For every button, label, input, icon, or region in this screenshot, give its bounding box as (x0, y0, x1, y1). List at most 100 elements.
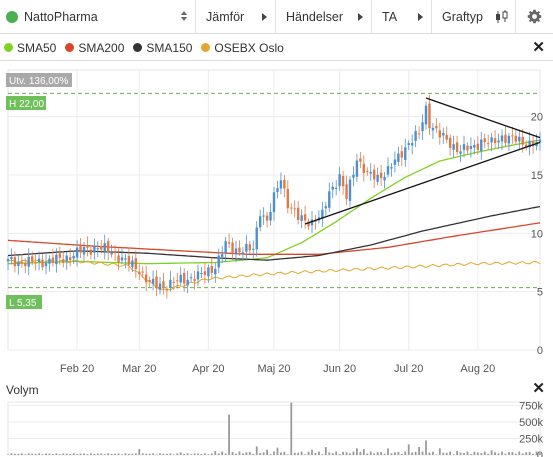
volume-bar (390, 453, 393, 455)
candle-body (290, 207, 293, 209)
candle-body (293, 208, 296, 210)
legend-item-sma50[interactable]: SMA50 (4, 41, 56, 55)
volume-bar (459, 452, 462, 455)
candle-body (93, 246, 96, 253)
candle-body (493, 138, 497, 144)
candle-body (431, 127, 435, 131)
candle-body (58, 253, 62, 258)
legend-item-sma150[interactable]: SMA150 (133, 41, 192, 55)
volume-bar (404, 451, 407, 455)
candle-body (75, 247, 79, 258)
candle-body (400, 151, 404, 158)
volume-bar (400, 453, 403, 455)
candle-body (231, 242, 234, 253)
candle-body (86, 245, 89, 248)
candle-body (103, 243, 106, 252)
volume-bar (311, 449, 313, 455)
volume-bar (487, 453, 490, 455)
status-dot-icon (6, 10, 18, 23)
volume-bar (514, 453, 517, 455)
volume-bar (290, 402, 293, 455)
volume-bar (79, 453, 82, 455)
volume-bar (93, 454, 96, 455)
candle-body (352, 174, 355, 178)
volume-bar (324, 447, 327, 455)
volume-bar (421, 451, 424, 455)
close-legend-icon[interactable]: ✕ (532, 40, 545, 55)
candle-body (448, 137, 452, 148)
events-menu-button[interactable]: Händelser (276, 0, 372, 33)
volume-bar (380, 451, 382, 455)
volume-bar (435, 454, 438, 455)
candle-body (404, 147, 407, 160)
volume-bar (204, 453, 206, 455)
candle-body (227, 242, 231, 244)
symbol-selector[interactable]: NattoPharma (0, 0, 196, 33)
candle-body (421, 122, 424, 132)
candle-body (300, 215, 303, 221)
volume-bar (231, 451, 234, 455)
volume-bar (72, 453, 75, 455)
close-volume-icon[interactable]: ✕ (532, 381, 545, 396)
y-tick-label: 15 (531, 170, 543, 182)
volume-bar (407, 444, 410, 455)
volume-bar (190, 454, 192, 455)
volume-bar (7, 454, 9, 455)
volume-bar (463, 452, 465, 455)
candle-body (452, 144, 455, 150)
volume-chart[interactable]: 0250k500k750k (0, 397, 553, 457)
volume-bar (255, 446, 258, 455)
updown-caret-icon (181, 11, 187, 21)
volume-bar (387, 448, 389, 455)
volume-bar (342, 451, 344, 455)
price-chart[interactable]: 0 5 10 15 20 Feb 20 Mar 20 Apr 20 Maj 20 Jun 20 Ju… (0, 62, 553, 380)
volume-bar (504, 453, 507, 455)
compare-menu-button[interactable]: Jämför (196, 0, 276, 33)
chevron-right-icon (418, 13, 423, 21)
candle-body (348, 179, 352, 201)
volume-bar (259, 453, 262, 455)
volume-bar (24, 454, 27, 455)
volume-bar (411, 452, 414, 455)
candle-body (106, 241, 110, 253)
volume-bar (179, 452, 182, 455)
candle-body (334, 187, 338, 189)
volume-bar (352, 451, 355, 455)
candle-body (89, 249, 93, 255)
chart-type-button[interactable]: Graftyp (432, 0, 516, 33)
legend-item-osebx[interactable]: OSEBX Oslo (201, 41, 284, 55)
volume-bar (17, 453, 20, 455)
volume-bar (14, 453, 16, 455)
volume-bar (83, 453, 85, 455)
candle-body (110, 253, 113, 255)
toolbar: NattoPharma Jämför Händelser TA Graftyp (0, 0, 553, 34)
candle-body (497, 140, 500, 143)
volume-bar (221, 451, 224, 455)
volume-bar (245, 452, 248, 455)
volume-tick-label: 500k (519, 417, 543, 429)
x-tick-label: Mar 20 (122, 363, 156, 375)
candle-body (252, 248, 255, 250)
candle-body (13, 257, 17, 267)
candle-body (214, 268, 217, 275)
y-tick-label: 0 (537, 345, 543, 357)
legend-label: SMA200 (78, 40, 125, 55)
candle-body (269, 211, 272, 221)
volume-bar (442, 452, 445, 455)
volume-bar (476, 452, 479, 455)
candle-body (30, 256, 34, 262)
candle-body (331, 186, 334, 190)
volume-bar (38, 453, 40, 455)
candle-body (338, 174, 341, 187)
candle-body (345, 184, 348, 199)
candle-body (480, 139, 483, 152)
candle-body (296, 207, 300, 220)
ta-menu-button[interactable]: TA (372, 0, 432, 33)
candle-body (255, 227, 258, 250)
volume-bar (31, 453, 34, 455)
settings-button[interactable] (516, 0, 553, 33)
volume-bar (217, 453, 220, 455)
candle-body (410, 143, 414, 146)
candle-body (324, 206, 328, 209)
legend-item-sma200[interactable]: SMA200 (65, 41, 124, 55)
